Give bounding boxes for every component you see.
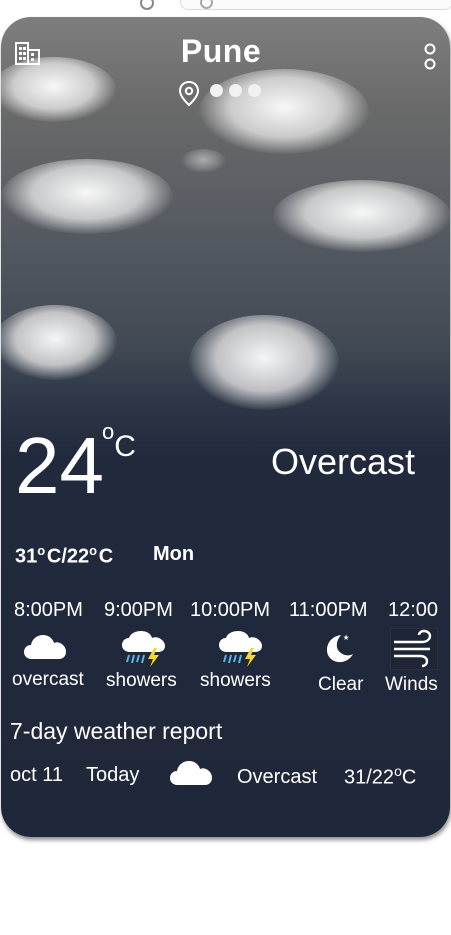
page-indicator-dot[interactable]	[229, 84, 242, 97]
hourly-time: 11:00PM	[289, 599, 368, 621]
high-low-temperature: 31o C/22o C	[15, 543, 114, 568]
city-name: Pune	[180, 33, 262, 69]
hourly-condition: showers	[106, 670, 177, 691]
weather-app-screen: Pune 24 oC Overcast 31o C/22o C Mon 8:00…	[1, 17, 450, 837]
address-bar[interactable]	[180, 0, 451, 10]
report-date: oct 11	[10, 764, 63, 786]
hourly-condition: Clear	[318, 674, 364, 695]
browser-top-strip	[0, 0, 451, 12]
temperature-unit: oC	[102, 419, 136, 463]
building-icon[interactable]	[15, 41, 41, 70]
page-indicator-dot[interactable]	[248, 84, 261, 97]
current-day: Mon	[153, 543, 195, 565]
report-day: Today	[86, 764, 140, 786]
browser-icon	[140, 0, 154, 10]
hourly-time: 8:00PM	[14, 599, 83, 621]
moon-star-icon	[323, 631, 357, 670]
sky-cloud	[1, 159, 173, 234]
sky-cloud	[273, 180, 450, 252]
sky-cloud	[181, 149, 226, 173]
report-temperature: 31/22oC	[344, 763, 417, 789]
hourly-condition: overcast	[12, 669, 84, 690]
cloud-icon	[23, 633, 67, 666]
rain-thunder-icon	[218, 630, 264, 673]
hourly-time: 10:00PM	[190, 599, 271, 621]
page-indicator-dot[interactable]	[210, 84, 223, 97]
cloud-icon	[169, 759, 213, 792]
hourly-condition: Winds	[385, 674, 438, 695]
wind-icon	[390, 628, 438, 675]
hourly-time: 12:00	[388, 599, 439, 621]
current-temperature: 24	[15, 421, 104, 510]
sky-cloud	[189, 315, 339, 410]
report-condition: Overcast	[237, 766, 318, 788]
location-pin-icon[interactable]	[178, 80, 200, 112]
current-condition: Overcast	[271, 441, 416, 482]
sky-cloud	[1, 305, 117, 380]
rain-thunder-icon	[121, 630, 167, 673]
hourly-condition: showers	[200, 670, 271, 691]
seven-day-report-title: 7-day weather report	[10, 718, 223, 744]
hourly-time: 9:00PM	[104, 599, 173, 621]
sky-cloud	[199, 69, 369, 154]
more-vertical-icon[interactable]	[423, 43, 437, 78]
